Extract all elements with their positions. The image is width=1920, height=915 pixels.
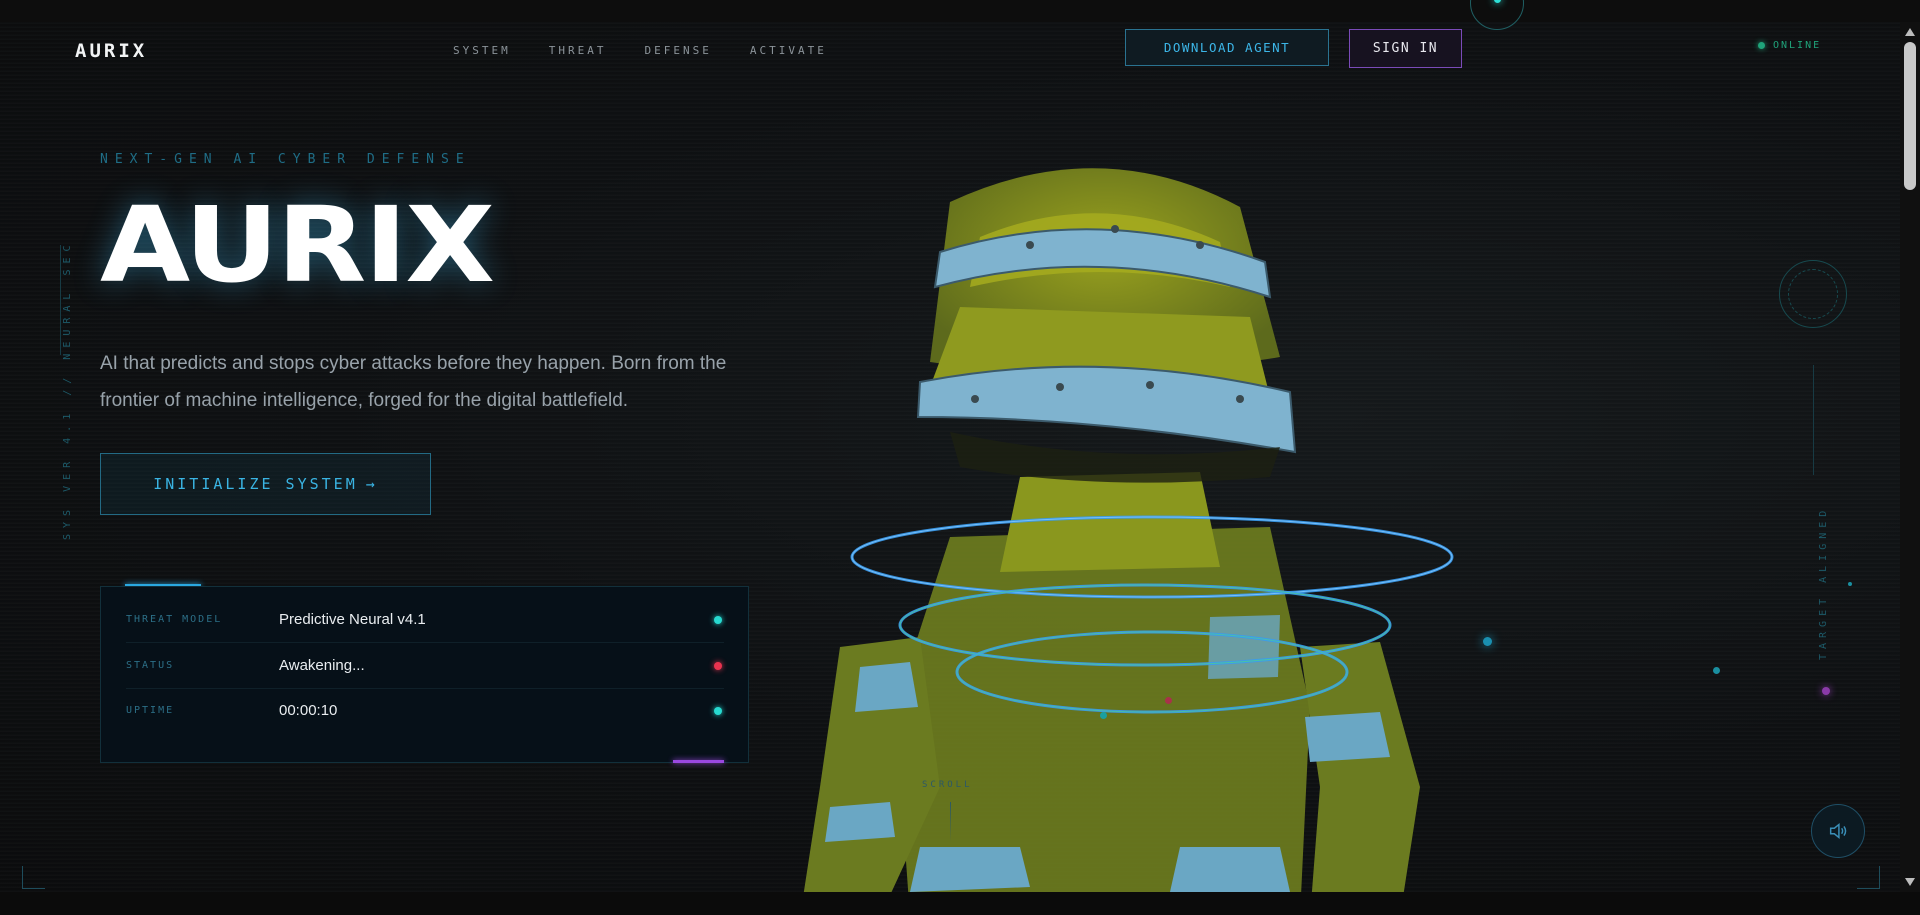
right-decor-line <box>1813 365 1814 475</box>
panel-label: STATUS <box>126 660 175 671</box>
online-status: ONLINE <box>1758 40 1821 51</box>
hero-tagline: NEXT-GEN AI CYBER DEFENSE <box>100 152 471 167</box>
initialize-system-label: INITIALIZE SYSTEM <box>153 475 358 493</box>
hero-description: AI that predicts and stops cyber attacks… <box>100 353 727 411</box>
scroll-indicator-label: SCROLL <box>922 780 973 790</box>
status-panel: THREAT MODEL Predictive Neural v4.1 STAT… <box>100 586 749 763</box>
panel-value: 00:00:10 <box>279 702 338 719</box>
panel-label: THREAT MODEL <box>126 614 223 625</box>
scrollbar-thumb[interactable] <box>1904 42 1916 190</box>
browser-bottom-strip <box>0 892 1920 915</box>
nav-item-threat[interactable]: THREAT <box>549 44 607 57</box>
page-scrollbar[interactable] <box>1900 22 1920 892</box>
sign-in-button[interactable]: SIGN IN <box>1349 29 1462 68</box>
right-vertical-label: TARGET ALIGNED <box>1818 505 1829 660</box>
panel-label: UPTIME <box>126 705 175 716</box>
corner-bracket-bottom-left <box>22 866 45 889</box>
panel-row-threat-model: THREAT MODEL Predictive Neural v4.1 <box>126 597 724 643</box>
status-dot-icon <box>714 615 722 624</box>
download-agent-button[interactable]: DOWNLOAD AGENT <box>1125 29 1329 66</box>
left-decor-line <box>60 245 61 355</box>
initialize-system-button[interactable]: INITIALIZE SYSTEM → <box>100 453 431 515</box>
robot-illustration <box>803 168 1454 892</box>
orb-core <box>1494 0 1501 3</box>
sound-toggle-button[interactable] <box>1811 804 1865 858</box>
status-dot-icon <box>714 661 722 670</box>
brand-logo[interactable]: AURIX <box>75 40 147 62</box>
main-nav: SYSTEM THREAT DEFENSE ACTIVATE <box>453 44 865 57</box>
online-status-label: ONLINE <box>1773 40 1822 51</box>
panel-row-status: STATUS Awakening... <box>126 643 724 689</box>
nav-item-defense[interactable]: DEFENSE <box>645 44 712 57</box>
arrow-right-icon: → <box>365 475 378 493</box>
nav-item-system[interactable]: SYSTEM <box>453 44 511 57</box>
corner-bracket-bottom-right <box>1857 866 1880 889</box>
browser-top-strip <box>0 0 1920 22</box>
scroll-indicator-line <box>950 802 951 842</box>
panel-value: Predictive Neural v4.1 <box>279 611 426 628</box>
panel-row-uptime: UPTIME 00:00:10 <box>126 688 724 733</box>
panel-value: Awakening... <box>279 657 365 674</box>
chevron-up-icon[interactable] <box>1905 28 1915 36</box>
panel-accent-bottom <box>673 760 724 763</box>
hero-title: AURIX <box>100 184 495 306</box>
target-ring-icon <box>1779 260 1847 328</box>
speaker-icon <box>1829 823 1847 839</box>
chevron-down-icon[interactable] <box>1905 878 1915 886</box>
status-dot-icon <box>714 706 722 715</box>
nav-item-activate[interactable]: ACTIVATE <box>750 44 827 57</box>
online-dot-icon <box>1758 42 1765 49</box>
left-vertical-label: SYS VER 4.1 // NEURAL SEC <box>62 239 73 540</box>
